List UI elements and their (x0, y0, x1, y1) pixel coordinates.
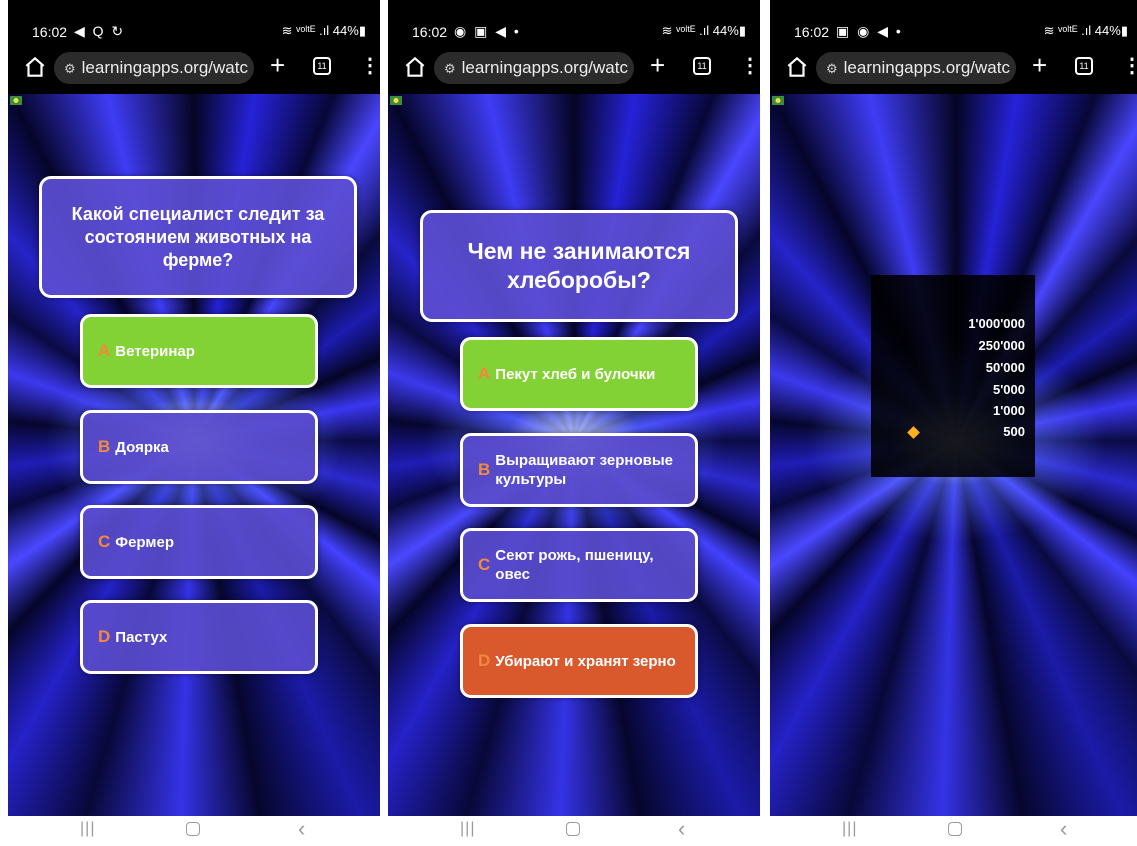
recent-apps-icon[interactable]: ||| (460, 820, 475, 838)
prize-level-current: 500 (1003, 424, 1025, 439)
back-icon[interactable]: ‹ (678, 816, 685, 842)
answer-letter: A (478, 364, 491, 383)
prize-screen-area: 1'000'000 250'000 50'000 5'000 1'000 500 (770, 94, 1137, 816)
answer-letter: B (98, 437, 111, 456)
status-battery-signal: ≋ ᵛᵒˡᵗᴱ .ıl 44%▮ (1043, 23, 1128, 38)
answer-a-button[interactable]: A Пекут хлеб и булочки (460, 337, 698, 411)
flag-icon[interactable] (10, 96, 22, 105)
answer-text: Пекут хлеб и булочки (495, 365, 656, 383)
answer-text: Убирают и хранят зерно (495, 652, 676, 670)
answer-d-button[interactable]: D Убирают и хранят зерно (460, 624, 698, 698)
tune-icon[interactable]: ⚙ (64, 61, 76, 76)
tabs-icon[interactable]: 11 (1075, 57, 1093, 75)
system-nav-bar: ||| ‹ (8, 816, 380, 846)
recent-apps-icon[interactable]: ||| (842, 820, 857, 838)
url-text: learningapps.org/watc (843, 58, 1010, 77)
quiz-game-area: Чем не занимаются хлеборобы? A Пекут хле… (388, 94, 760, 816)
flag-icon[interactable] (390, 96, 402, 105)
home-nav-icon[interactable] (566, 822, 580, 836)
prize-level: 5'000 (992, 382, 1025, 397)
answer-text: Выращивают зерновые культуры (495, 452, 673, 488)
home-nav-icon[interactable] (186, 822, 200, 836)
home-nav-icon[interactable] (948, 822, 962, 836)
status-time: 16:02 (412, 24, 448, 40)
prize-level: 50'000 (985, 360, 1025, 375)
menu-icon[interactable]: ⋮ (360, 52, 380, 80)
system-nav-bar: ||| ‹ (388, 816, 760, 846)
url-bar[interactable]: ⚙ learningapps.org/watc (54, 52, 254, 84)
tune-icon[interactable]: ⚙ (444, 61, 456, 76)
back-icon[interactable]: ‹ (298, 816, 305, 842)
current-level-marker-icon (907, 426, 920, 439)
answer-text: Пастух (115, 628, 168, 646)
plus-icon[interactable]: + (270, 50, 285, 80)
prize-ladder-panel: 1'000'000 250'000 50'000 5'000 1'000 500 (871, 275, 1035, 477)
system-nav-bar: ||| ‹ (770, 816, 1137, 846)
answer-letter: C (478, 555, 491, 574)
url-bar[interactable]: ⚙ learningapps.org/watc (816, 52, 1016, 84)
answer-c-button[interactable]: C Фермер (80, 505, 318, 579)
status-battery-signal: ≋ ᵛᵒˡᵗᴱ .ıl 44%▮ (661, 23, 746, 38)
question-box: Чем не занимаются хлеборобы? (420, 210, 738, 322)
home-icon[interactable] (22, 54, 48, 80)
menu-icon[interactable]: ⋮ (740, 52, 760, 80)
answer-text: Фермер (115, 533, 174, 551)
browser-toolbar: ⚙ learningapps.org/watc + 11 ⋮ (770, 44, 1137, 94)
prize-level: 1'000'000 (968, 316, 1025, 331)
browser-toolbar: ⚙ learningapps.org/watc + 11 ⋮ (388, 44, 760, 94)
answer-a-button[interactable]: A Ветеринар (80, 314, 318, 388)
status-notification-icons: ◉ ▣ ◀ • (454, 23, 521, 39)
home-icon[interactable] (402, 54, 428, 80)
phone-screenshot-1: 16:02 ◀ Q ↻ ≋ ᵛᵒˡᵗᴱ .ıl 44%▮ ⚙ learningap… (8, 0, 380, 846)
question-box: Какой специалист следит за состоянием жи… (39, 176, 357, 298)
answer-b-button[interactable]: B Доярка (80, 410, 318, 484)
tabs-icon[interactable]: 11 (693, 57, 711, 75)
tune-icon[interactable]: ⚙ (826, 61, 838, 76)
status-bar: 16:02 ▣ ◉ ◀ • ≋ ᵛᵒˡᵗᴱ .ıl 44%▮ (770, 0, 1137, 44)
phone-screenshot-3: 16:02 ▣ ◉ ◀ • ≋ ᵛᵒˡᵗᴱ .ıl 44%▮ ⚙ learning… (770, 0, 1137, 846)
answer-d-button[interactable]: D Пастух (80, 600, 318, 674)
prize-level: 1'000 (992, 403, 1025, 418)
answer-text: Доярка (115, 438, 169, 456)
quiz-game-area: Какой специалист следит за состоянием жи… (8, 94, 380, 816)
status-notification-icons: ◀ Q ↻ (74, 23, 126, 39)
answer-c-button[interactable]: C Сеют рожь, пшеницу, овес (460, 528, 698, 602)
status-notification-icons: ▣ ◉ ◀ • (836, 23, 903, 39)
answer-letter: A (98, 341, 111, 360)
answer-text: Ветеринар (115, 342, 195, 360)
menu-icon[interactable]: ⋮ (1122, 52, 1137, 80)
url-text: learningapps.org/watc (81, 58, 248, 77)
answer-letter: B (478, 460, 491, 479)
answer-letter: C (98, 532, 111, 551)
status-battery-signal: ≋ ᵛᵒˡᵗᴱ .ıl 44%▮ (281, 23, 366, 38)
home-icon[interactable] (784, 54, 810, 80)
plus-icon[interactable]: + (650, 50, 665, 80)
url-bar[interactable]: ⚙ learningapps.org/watc (434, 52, 634, 84)
url-text: learningapps.org/watc (461, 58, 628, 77)
back-icon[interactable]: ‹ (1060, 816, 1067, 842)
tabs-icon[interactable]: 11 (313, 57, 331, 75)
phone-screenshot-2: 16:02 ◉ ▣ ◀ • ≋ ᵛᵒˡᵗᴱ .ıl 44%▮ ⚙ learning… (388, 0, 760, 846)
status-bar: 16:02 ◉ ▣ ◀ • ≋ ᵛᵒˡᵗᴱ .ıl 44%▮ (388, 0, 760, 44)
answer-letter: D (478, 651, 491, 670)
prize-level: 250'000 (978, 338, 1025, 353)
recent-apps-icon[interactable]: ||| (80, 820, 95, 838)
status-time: 16:02 (32, 24, 68, 40)
browser-toolbar: ⚙ learningapps.org/watc + 11 ⋮ (8, 44, 380, 94)
status-time: 16:02 (794, 24, 830, 40)
flag-icon[interactable] (772, 96, 784, 105)
answer-b-button[interactable]: B Выращивают зерновые культуры (460, 433, 698, 507)
plus-icon[interactable]: + (1032, 50, 1047, 80)
answer-letter: D (98, 627, 111, 646)
status-bar: 16:02 ◀ Q ↻ ≋ ᵛᵒˡᵗᴱ .ıl 44%▮ (8, 0, 380, 44)
answer-text: Сеют рожь, пшеницу, овес (495, 547, 654, 583)
